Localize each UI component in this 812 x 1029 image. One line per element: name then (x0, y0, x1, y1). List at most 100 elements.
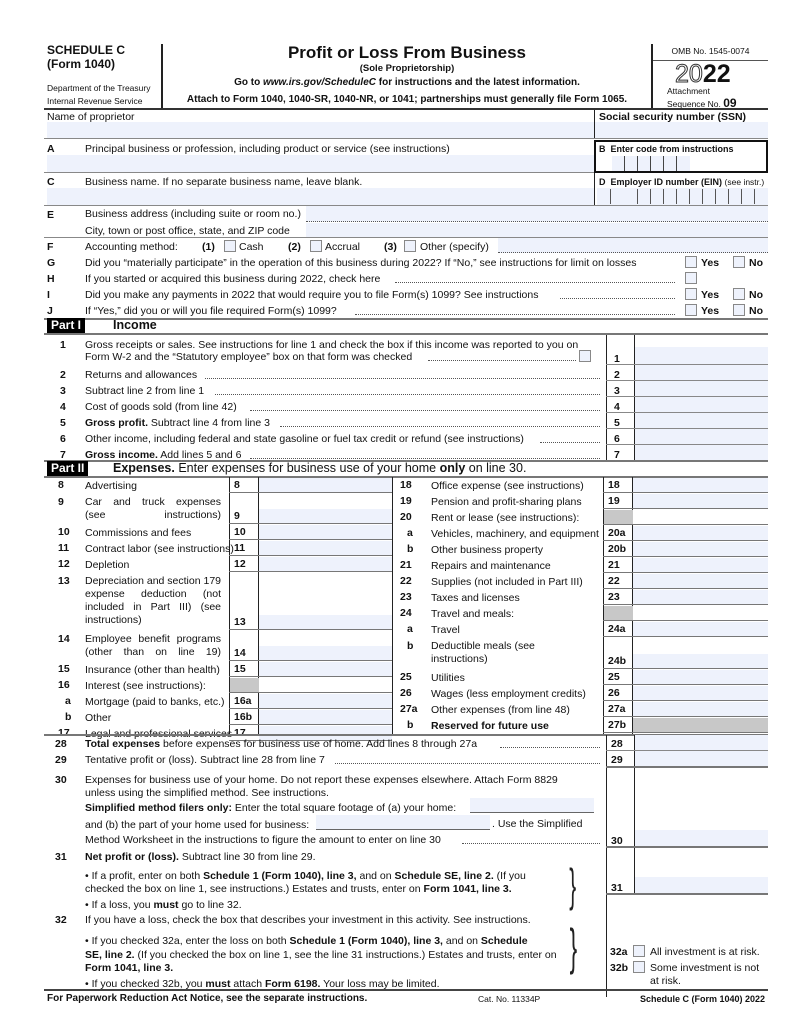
expense-label: instructions) (85, 614, 142, 626)
row-rule (229, 724, 392, 725)
ein-sep (637, 189, 638, 204)
g-yes-checkbox[interactable] (685, 256, 697, 268)
box-label: 21 (608, 559, 620, 571)
row-rule (603, 572, 768, 573)
line-c-letter: C (47, 176, 55, 188)
box-label: 20b (608, 543, 627, 555)
amount-field-26[interactable] (633, 686, 768, 700)
expense-label: Mortgage (paid to banks, etc.) (85, 696, 225, 708)
line30-text3: Simplified method filers only: Enter the… (85, 802, 457, 814)
i-no-checkbox[interactable] (733, 288, 745, 300)
amount-field-27a[interactable] (633, 702, 768, 716)
amount-field-24a[interactable] (633, 622, 768, 636)
some-not-at-risk-checkbox[interactable] (633, 961, 645, 973)
row-rule (603, 732, 768, 733)
line2-amount[interactable] (635, 365, 768, 380)
amount-field-11[interactable] (259, 541, 392, 555)
home-sqft-field[interactable] (470, 798, 594, 813)
cash-checkbox[interactable] (224, 240, 236, 252)
other-method-checkbox[interactable] (404, 240, 416, 252)
business-address-field[interactable] (306, 206, 768, 222)
dept-label: Department of the Treasury (47, 83, 151, 93)
expense-label: Rent or lease (see instructions): (431, 512, 580, 524)
name-field[interactable] (47, 122, 594, 138)
statutory-employee-checkbox[interactable] (579, 350, 591, 362)
line28-text: Total expenses before expenses for busin… (85, 738, 478, 750)
expense-label: Reserved for future use (431, 720, 549, 732)
amount-field-20b[interactable] (633, 542, 768, 556)
amount-field-13[interactable] (259, 615, 392, 629)
line-num: 27a (400, 703, 418, 715)
amount-field-16a[interactable] (259, 694, 392, 708)
city-state-zip-field[interactable] (306, 223, 768, 237)
shaded-box (604, 606, 633, 620)
line-num: 30 (55, 774, 67, 786)
all-at-risk-label: All investment is at risk. (650, 946, 760, 958)
ein-field[interactable] (597, 188, 768, 205)
accrual-checkbox[interactable] (310, 240, 322, 252)
h-started-checkbox[interactable] (685, 272, 697, 284)
business-sqft-field[interactable] (316, 815, 490, 830)
line32-bullet3: Form 1041, line 3. (85, 962, 174, 974)
box-label: 27b (608, 719, 627, 731)
amount-field-12[interactable] (259, 557, 392, 571)
irs-url-link[interactable]: www.irs.gov/ScheduleC (263, 77, 376, 88)
line28-amount[interactable] (635, 735, 768, 750)
row-rule (603, 716, 768, 717)
line-num: 9 (58, 496, 64, 508)
line4-amount[interactable] (635, 397, 768, 412)
amount-field-18[interactable] (633, 478, 768, 492)
amount-field-9[interactable] (259, 509, 392, 523)
amount-field-20a[interactable] (633, 526, 768, 540)
amount-field-15[interactable] (259, 662, 392, 676)
other-method-specify-field[interactable] (498, 238, 768, 253)
amount-field-10[interactable] (259, 525, 392, 539)
g-no-checkbox[interactable] (733, 256, 745, 268)
line3-amount[interactable] (635, 381, 768, 396)
box-label: 16a (234, 695, 252, 707)
line1-amount[interactable] (635, 347, 768, 364)
amount-field-16b[interactable] (259, 710, 392, 724)
expense-label: Insurance (other than health) (85, 664, 220, 676)
amount-field-23[interactable] (633, 590, 768, 604)
expense-label: Interest (see instructions): (85, 680, 206, 692)
footer-rule (44, 989, 768, 991)
ssn-field[interactable] (595, 122, 768, 138)
accrual-label: Accrual (325, 241, 361, 253)
amount-field-24b[interactable] (633, 654, 768, 668)
j-yes-checkbox[interactable] (685, 304, 697, 316)
line32b-label: 32b (610, 962, 629, 974)
line-num: 26 (400, 687, 412, 699)
line7-amount[interactable] (635, 445, 768, 460)
j-yes-label: Yes (701, 305, 720, 317)
amount-field-25[interactable] (633, 670, 768, 684)
line-num: 11 (58, 542, 70, 554)
expense-label: Vehicles, machinery, and equipment (431, 528, 599, 540)
business-name-field[interactable] (47, 188, 594, 205)
amount-field-22[interactable] (633, 574, 768, 588)
principal-business-field[interactable] (47, 155, 594, 172)
all-at-risk-checkbox[interactable] (633, 945, 645, 957)
line32-bullet2: SE, line 2. (If you checked the box on l… (85, 949, 557, 961)
g-yes-label: Yes (701, 257, 720, 269)
code-sep (676, 156, 677, 171)
amount-field-19[interactable] (633, 494, 768, 508)
line29-amount[interactable] (635, 751, 768, 766)
some-not-at-risk-label2: at risk. (650, 975, 681, 987)
i-yes-checkbox[interactable] (685, 288, 697, 300)
amount-field-8[interactable] (259, 478, 392, 492)
j-no-checkbox[interactable] (733, 304, 745, 316)
line30-amount[interactable] (635, 830, 768, 846)
line31-amount[interactable] (635, 877, 768, 893)
line5-amount[interactable] (635, 413, 768, 428)
leader-dots (205, 378, 600, 379)
row-rule (603, 492, 768, 493)
line6-amount[interactable] (635, 429, 768, 444)
line-num: 25 (400, 671, 412, 683)
line-f-letter: F (47, 241, 54, 253)
line-j-letter: J (47, 305, 53, 317)
amount-field-21[interactable] (633, 558, 768, 572)
code-sep (650, 156, 651, 171)
line-num: b (407, 640, 414, 652)
amount-field-14[interactable] (259, 646, 392, 660)
